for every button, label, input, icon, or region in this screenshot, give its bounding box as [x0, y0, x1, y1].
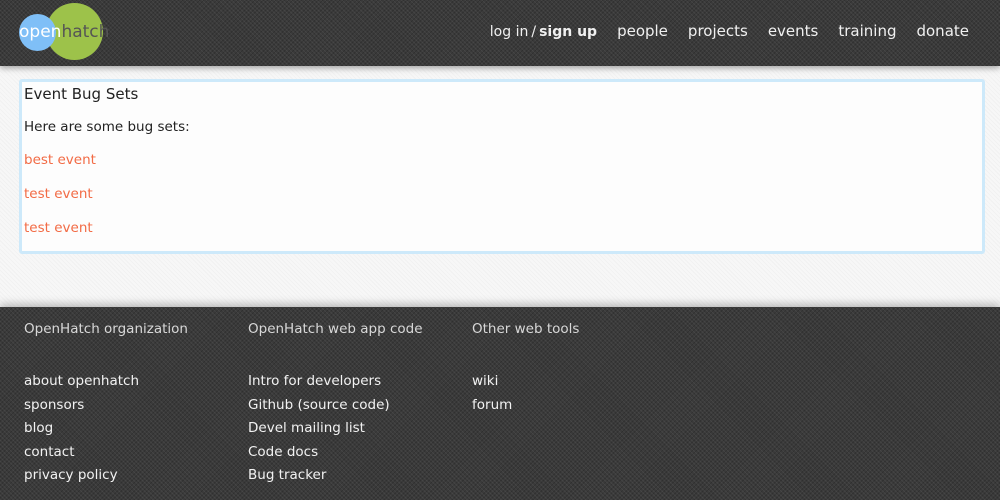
signup-link[interactable]: sign up	[539, 24, 597, 40]
footer-link-bug-tracker[interactable]: Bug tracker	[248, 464, 423, 488]
intro-text: Here are some bug sets:	[24, 119, 190, 135]
bug-set-link[interactable]: test event	[24, 185, 982, 203]
footer-column-code: OpenHatch web app code Intro for develop…	[248, 320, 423, 488]
auth-separator: /	[531, 24, 537, 40]
footer-link-mailing-list[interactable]: Devel mailing list	[248, 417, 423, 441]
footer-column-title: Other web tools	[472, 321, 580, 337]
logo-wordmark: openhatch	[19, 22, 110, 42]
site-footer: OpenHatch organization about openhatch s…	[0, 307, 1000, 500]
footer-link-privacy[interactable]: privacy policy	[24, 464, 188, 488]
openhatch-logo[interactable]: openhatch	[18, 3, 109, 61]
nav-projects[interactable]: projects	[688, 22, 748, 40]
footer-column-tools: Other web tools wiki forum	[472, 320, 579, 417]
footer-link-github[interactable]: Github (source code)	[248, 394, 423, 418]
footer-link-sponsors[interactable]: sponsors	[24, 394, 188, 418]
bug-set-link[interactable]: test event	[24, 219, 982, 237]
auth-links: log in / sign up	[490, 24, 597, 40]
footer-link-contact[interactable]: contact	[24, 441, 188, 465]
footer-column-title: OpenHatch organization	[24, 321, 188, 337]
nav-donate[interactable]: donate	[916, 22, 969, 40]
login-link[interactable]: log in	[490, 24, 529, 40]
main-nav: log in / sign up people projects events tr…	[490, 22, 969, 40]
nav-people[interactable]: people	[617, 22, 668, 40]
site-header: openhatch log in / sign up people projects…	[0, 0, 1000, 66]
bug-sets-panel: Event Bug Sets Here are some bug sets: b…	[19, 79, 985, 254]
nav-training[interactable]: training	[838, 22, 896, 40]
footer-link-about[interactable]: about openhatch	[24, 370, 188, 394]
bug-set-link[interactable]: best event	[24, 151, 982, 169]
footer-column-title: OpenHatch web app code	[248, 321, 423, 337]
footer-link-intro-developers[interactable]: Intro for developers	[248, 370, 423, 394]
page-title: Event Bug Sets	[24, 85, 139, 103]
nav-events[interactable]: events	[768, 22, 819, 40]
footer-link-blog[interactable]: blog	[24, 417, 188, 441]
footer-link-forum[interactable]: forum	[472, 394, 579, 418]
footer-link-code-docs[interactable]: Code docs	[248, 441, 423, 465]
footer-column-organization: OpenHatch organization about openhatch s…	[24, 320, 188, 488]
footer-link-wiki[interactable]: wiki	[472, 370, 579, 394]
